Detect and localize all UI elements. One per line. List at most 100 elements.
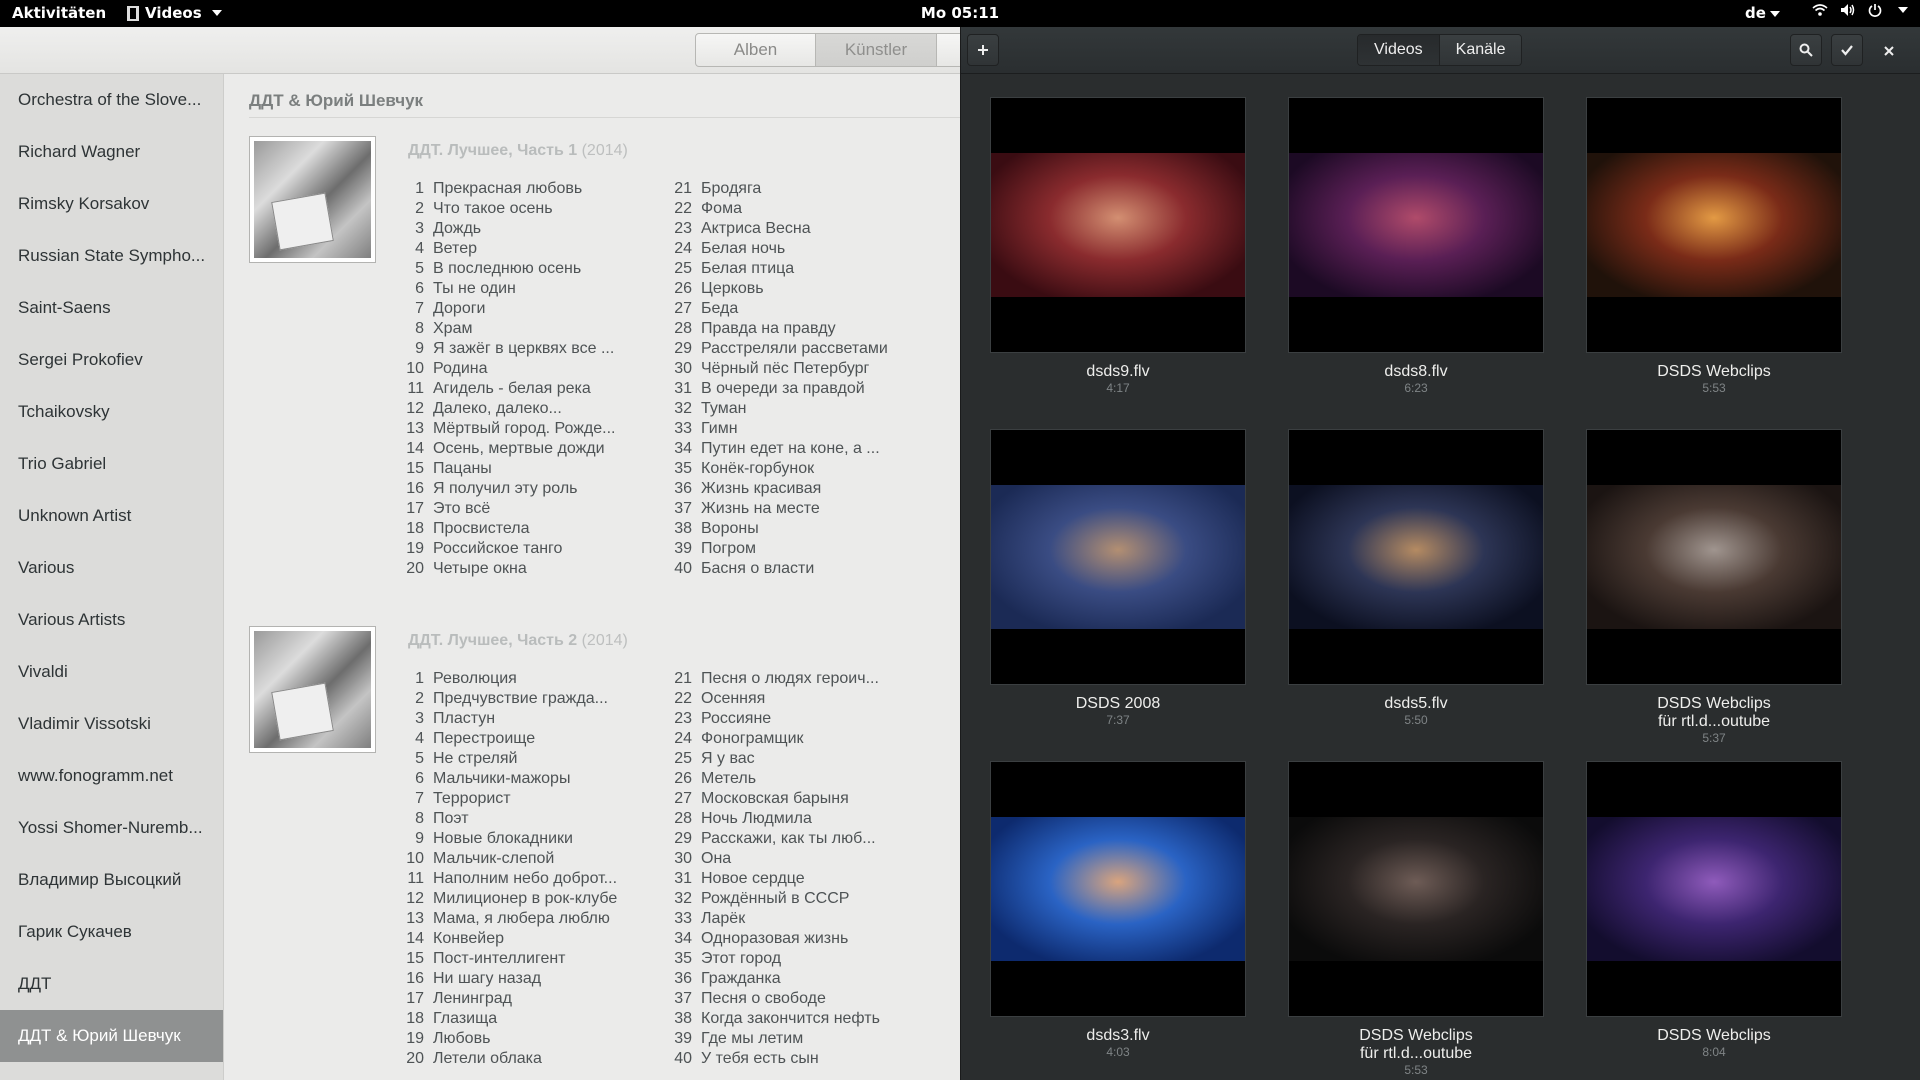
track-row[interactable]: 26 Метель <box>666 770 920 790</box>
track-row[interactable]: 25 Я у вас <box>666 750 920 770</box>
track-row[interactable]: 3 Пластун <box>398 710 652 730</box>
sidebar-item-artist[interactable]: Гарик Сукачев <box>0 906 223 958</box>
sidebar-item-artist[interactable]: Yossi Shomer-Nuremb... <box>0 802 223 854</box>
track-row[interactable]: 12 Далеко, далеко... <box>398 400 652 420</box>
sidebar-item-artist[interactable]: Vladimir Vissotski <box>0 698 223 750</box>
track-row[interactable]: 11 Агидель - белая река <box>398 380 652 400</box>
video-thumbnail[interactable] <box>1288 761 1544 1017</box>
language-menu[interactable]: de <box>1745 4 1780 22</box>
track-row[interactable]: 34 Путин едет на коне, а ... <box>666 440 920 460</box>
track-row[interactable]: 27 Беда <box>666 300 920 320</box>
system-menu[interactable] <box>1812 3 1908 17</box>
track-row[interactable]: 6 Мальчики-мажоры <box>398 770 652 790</box>
track-row[interactable]: 30 Она <box>666 850 920 870</box>
track-row[interactable]: 21 Бродяга <box>666 180 920 200</box>
track-row[interactable]: 20 Летели облака <box>398 1050 652 1070</box>
track-row[interactable]: 31 Новое сердце <box>666 870 920 890</box>
track-row[interactable]: 32 Туман <box>666 400 920 420</box>
search-button[interactable] <box>1790 34 1822 66</box>
sidebar-item-artist[interactable]: Tchaikovsky <box>0 386 223 438</box>
sidebar-item-artist[interactable]: www.fonogramm.net <box>0 750 223 802</box>
track-row[interactable]: 4 Перестроище <box>398 730 652 750</box>
track-row[interactable]: 3 Дождь <box>398 220 652 240</box>
track-row[interactable]: 21 Песня о людях героич... <box>666 670 920 690</box>
track-row[interactable]: 32 Рождённый в СССР <box>666 890 920 910</box>
track-row[interactable]: 15 Пацаны <box>398 460 652 480</box>
track-row[interactable]: 33 Ларёк <box>666 910 920 930</box>
track-row[interactable]: 20 Четыре окна <box>398 560 652 580</box>
track-row[interactable]: 28 Ночь Людмила <box>666 810 920 830</box>
sidebar-item-artist[interactable]: Vivaldi <box>0 646 223 698</box>
track-row[interactable]: 19 Российское танго <box>398 540 652 560</box>
track-row[interactable]: 11 Наполним небо доброт... <box>398 870 652 890</box>
video-title[interactable]: dsds9.flv <box>968 363 1268 381</box>
track-row[interactable]: 35 Этот город <box>666 950 920 970</box>
track-row[interactable]: 13 Мама, я любера люблю <box>398 910 652 930</box>
track-row[interactable]: 16 Я получил эту роль <box>398 480 652 500</box>
video-thumbnail[interactable] <box>1586 761 1842 1017</box>
track-row[interactable]: 40 Басня о власти <box>666 560 920 580</box>
track-row[interactable]: 27 Московская барыня <box>666 790 920 810</box>
video-title[interactable]: dsds5.flv <box>1266 695 1566 713</box>
track-row[interactable]: 13 Мёртвый город. Рожде... <box>398 420 652 440</box>
track-row[interactable]: 6 Ты не один <box>398 280 652 300</box>
track-row[interactable]: 37 Песня о свободе <box>666 990 920 1010</box>
sidebar-item-artist[interactable]: ДДТ & Юрий Шевчук <box>0 1010 223 1062</box>
tab-videos[interactable]: Videos <box>1358 35 1439 65</box>
track-row[interactable]: 29 Расстреляли рассветами <box>666 340 920 360</box>
track-row[interactable]: 17 Это всё <box>398 500 652 520</box>
track-row[interactable]: 9 Я зажёг в церквях все ... <box>398 340 652 360</box>
track-row[interactable]: 15 Пост-интеллигент <box>398 950 652 970</box>
track-row[interactable]: 22 Фома <box>666 200 920 220</box>
track-row[interactable]: 22 Осенняя <box>666 690 920 710</box>
video-thumbnail[interactable] <box>990 761 1246 1017</box>
select-button[interactable] <box>1831 34 1863 66</box>
sidebar-item-artist[interactable]: Saint-Saens <box>0 282 223 334</box>
track-row[interactable]: 1 Революция <box>398 670 652 690</box>
artist-list[interactable]: Orchestra of the Slove... Richard Wagner R… <box>0 74 224 1080</box>
track-row[interactable]: 14 Конвейер <box>398 930 652 950</box>
track-row[interactable]: 2 Что такое осень <box>398 200 652 220</box>
video-thumbnail[interactable] <box>1586 97 1842 353</box>
track-row[interactable]: 28 Правда на правду <box>666 320 920 340</box>
track-row[interactable]: 25 Белая птица <box>666 260 920 280</box>
track-row[interactable]: 39 Погром <box>666 540 920 560</box>
track-row[interactable]: 16 Ни шагу назад <box>398 970 652 990</box>
sidebar-item-artist[interactable]: Orchestra of the Slove... <box>0 74 223 126</box>
video-thumbnail[interactable] <box>990 429 1246 685</box>
track-row[interactable]: 30 Чёрный пёс Петербург <box>666 360 920 380</box>
track-row[interactable]: 5 Не стреляй <box>398 750 652 770</box>
video-title[interactable]: DSDS Webclips für rtl.d...outube <box>1564 695 1864 731</box>
video-title[interactable]: DSDS Webclips für rtl.d...outube <box>1266 1027 1566 1063</box>
sidebar-item-artist[interactable]: Sergei Prokofiev <box>0 334 223 386</box>
track-row[interactable]: 37 Жизнь на месте <box>666 500 920 520</box>
tab-kanaele[interactable]: Kanäle <box>1438 35 1522 65</box>
video-thumbnail[interactable] <box>990 97 1246 353</box>
video-thumbnail[interactable] <box>1288 429 1544 685</box>
sidebar-item-artist[interactable]: Richard Wagner <box>0 126 223 178</box>
sidebar-item-artist[interactable]: ДДТ <box>0 958 223 1010</box>
track-row[interactable]: 8 Храм <box>398 320 652 340</box>
track-row[interactable]: 36 Гражданка <box>666 970 920 990</box>
track-row[interactable]: 26 Церковь <box>666 280 920 300</box>
track-row[interactable]: 31 В очереди за правдой <box>666 380 920 400</box>
sidebar-item-artist[interactable]: Trio Gabriel <box>0 438 223 490</box>
track-row[interactable]: 34 Одноразовая жизнь <box>666 930 920 950</box>
track-row[interactable]: 7 Дороги <box>398 300 652 320</box>
track-row[interactable]: 33 Гимн <box>666 420 920 440</box>
track-row[interactable]: 9 Новые блокадники <box>398 830 652 850</box>
track-row[interactable]: 38 Вороны <box>666 520 920 540</box>
track-row[interactable]: 2 Предчувствие гражда... <box>398 690 652 710</box>
track-row[interactable]: 14 Осень, мертвые дожди <box>398 440 652 460</box>
close-button[interactable] <box>1873 34 1905 66</box>
video-title[interactable]: DSDS Webclips <box>1564 363 1864 381</box>
tab-alben[interactable]: Alben <box>695 33 816 67</box>
track-row[interactable]: 1 Прекрасная любовь <box>398 180 652 200</box>
video-title[interactable]: dsds8.flv <box>1266 363 1566 381</box>
sidebar-item-artist[interactable]: Лев Белоглазов <box>0 1062 223 1080</box>
album-cover[interactable] <box>249 626 376 753</box>
track-row[interactable]: 5 В последнюю осень <box>398 260 652 280</box>
sidebar-item-artist[interactable]: Владимир Высоцкий <box>0 854 223 906</box>
track-row[interactable]: 40 У тебя есть сын <box>666 1050 920 1070</box>
sidebar-item-artist[interactable]: Unknown Artist <box>0 490 223 542</box>
